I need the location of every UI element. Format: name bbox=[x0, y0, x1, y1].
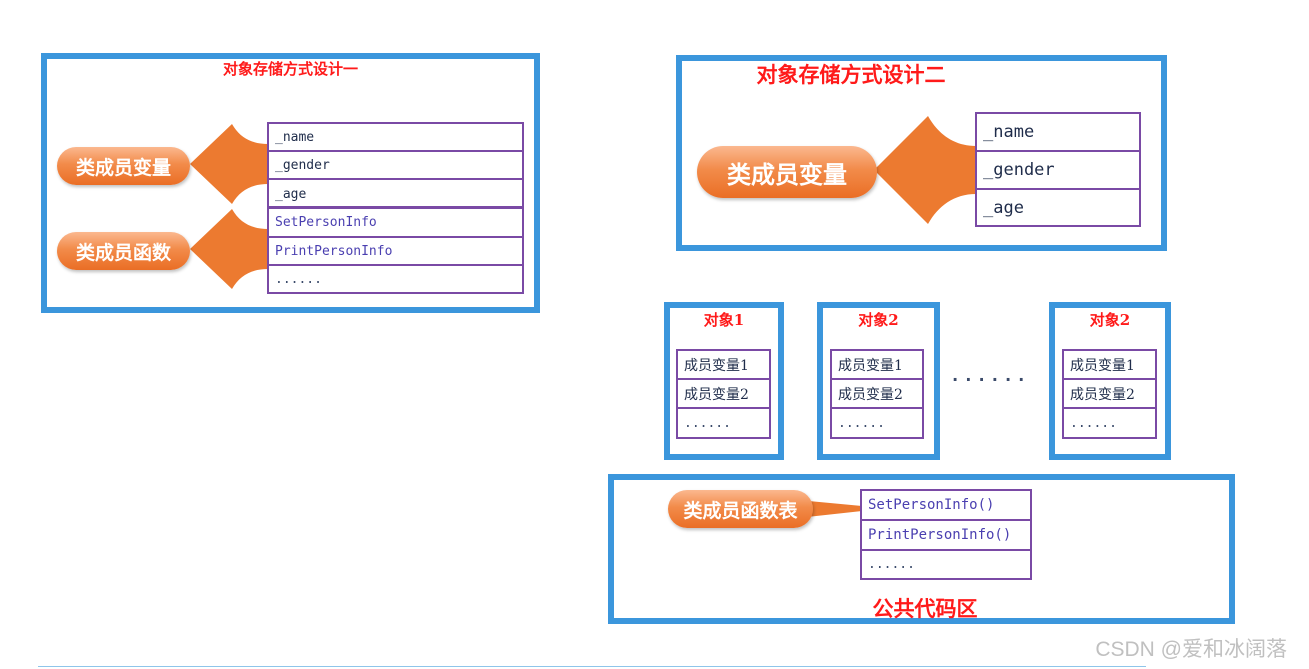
table-row: ...... bbox=[868, 557, 915, 572]
design1-vars-arrow bbox=[190, 124, 268, 204]
design1-funcs-table: SetPersonInfo PrintPersonInfo ...... bbox=[267, 207, 524, 294]
table-row: SetPersonInfo() bbox=[862, 491, 1030, 521]
table-row: ...... bbox=[275, 271, 322, 287]
table-row: _gender bbox=[269, 152, 522, 180]
table-row: SetPersonInfo bbox=[269, 209, 522, 238]
table-row: _gender bbox=[977, 152, 1139, 190]
table-row: _age bbox=[275, 186, 307, 202]
object-1-table: 成员变量1 成员变量2 ...... bbox=[676, 349, 771, 439]
table-row: ...... bbox=[1070, 415, 1117, 431]
table-row: PrintPersonInfo bbox=[269, 238, 522, 266]
design1-member-vars-label: 类成员变量 bbox=[57, 147, 190, 185]
objects-ellipsis: ...... bbox=[950, 366, 1030, 386]
table-row: _name bbox=[977, 114, 1139, 152]
table-row: PrintPersonInfo() bbox=[862, 521, 1030, 551]
design2-member-vars-label: 类成员变量 bbox=[697, 146, 877, 198]
table-row: 成员变量1 bbox=[832, 351, 922, 380]
table-row: 成员变量2 bbox=[1064, 380, 1155, 409]
object-2-table: 成员变量1 成员变量2 ...... bbox=[830, 349, 924, 439]
table-row: 成员变量1 bbox=[678, 351, 769, 380]
table-row: ...... bbox=[684, 415, 731, 431]
func-table: SetPersonInfo() PrintPersonInfo() ...... bbox=[860, 489, 1032, 580]
design1-member-funcs-label: 类成员函数 bbox=[57, 232, 190, 270]
func-table-label: 类成员函数表 bbox=[668, 490, 813, 528]
table-row: 成员变量2 bbox=[678, 380, 769, 409]
design1-vars-table: _name _gender _age bbox=[267, 122, 524, 208]
bottom-divider bbox=[38, 666, 1146, 667]
object-2-title: 对象2 bbox=[858, 311, 899, 329]
object-3-table: 成员变量1 成员变量2 ...... bbox=[1062, 349, 1157, 439]
table-row: ...... bbox=[838, 415, 885, 431]
design2-title: 对象存储方式设计二 bbox=[756, 62, 946, 87]
design1-title: 对象存储方式设计一 bbox=[222, 60, 358, 78]
table-row: 成员变量2 bbox=[832, 380, 922, 409]
table-row: _name bbox=[269, 124, 522, 152]
table-row: _age bbox=[983, 197, 1024, 218]
design2-vars-arrow bbox=[874, 116, 976, 224]
object-1-title: 对象1 bbox=[703, 311, 745, 329]
design1-funcs-arrow bbox=[190, 209, 268, 289]
design2-vars-table: _name _gender _age bbox=[975, 112, 1141, 227]
common-code-area-label: 公共代码区 bbox=[872, 596, 978, 621]
table-row: 成员变量1 bbox=[1064, 351, 1155, 380]
watermark: CSDN @爱和冰阔落 bbox=[1095, 638, 1287, 661]
object-3-title: 对象2 bbox=[1089, 311, 1131, 329]
